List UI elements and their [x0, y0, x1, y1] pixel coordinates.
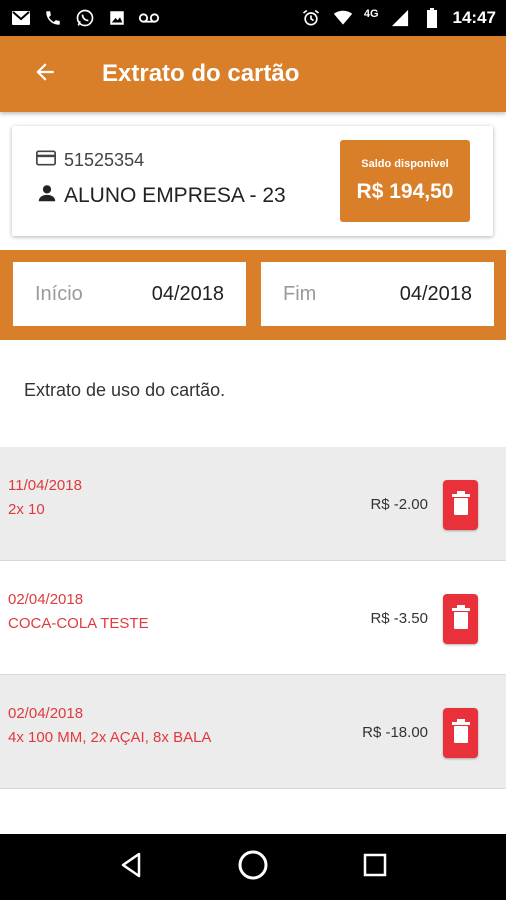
back-button[interactable]: [0, 36, 90, 112]
transaction-list: 11/04/2018 2x 10 R$ -2.00 02/04/2018 COC…: [0, 447, 506, 789]
transaction-description: 2x 10: [8, 501, 45, 518]
transaction-amount: R$ -2.00: [370, 496, 428, 513]
transaction-date: 02/04/2018: [8, 591, 84, 608]
credit-card-icon: [36, 150, 56, 171]
card-holder-row: ALUNO EMPRESA - 23: [36, 182, 286, 210]
period-filter: Início 04/2018 Fim 04/2018: [0, 250, 506, 340]
nav-home-button[interactable]: [233, 847, 273, 887]
transaction-row: 02/04/2018 4x 100 MM, 2x AÇAI, 8x BALA R…: [0, 675, 506, 789]
circle-home-icon: [237, 849, 269, 886]
balance-value: R$ 194,50: [356, 180, 454, 203]
status-bar: 4G 14:47: [0, 0, 506, 36]
end-date-field[interactable]: Fim 04/2018: [261, 262, 494, 326]
person-icon: [36, 182, 58, 210]
balance-badge: Saldo disponível R$ 194,50: [340, 140, 470, 222]
end-date-label: Fim: [283, 282, 317, 305]
signal-icon: [389, 9, 411, 27]
trash-icon: [451, 718, 471, 748]
image-icon: [106, 9, 128, 27]
trash-icon: [451, 490, 471, 520]
square-recents-icon: [363, 853, 387, 882]
system-nav-bar: [0, 834, 506, 900]
arrow-left-icon: [32, 59, 58, 90]
card-number-row: 51525354: [36, 150, 144, 171]
transaction-row: 02/04/2018 COCA-COLA TESTE R$ -3.50: [0, 561, 506, 675]
delete-button[interactable]: [443, 594, 478, 644]
voicemail-icon: [138, 9, 160, 27]
gmail-icon: [10, 9, 32, 27]
triangle-back-icon: [119, 852, 143, 883]
page-title: Extrato do cartão: [102, 60, 300, 87]
alarm-icon: [300, 9, 322, 27]
delete-button[interactable]: [443, 708, 478, 758]
start-date-label: Início: [35, 282, 83, 305]
wifi-icon: [332, 9, 354, 27]
app-bar: Extrato do cartão: [0, 36, 506, 112]
transaction-date: 02/04/2018: [8, 705, 84, 722]
battery-icon: [421, 8, 443, 28]
transaction-date: 11/04/2018: [8, 477, 82, 494]
transaction-description: COCA-COLA TESTE: [8, 615, 149, 632]
card-info: 51525354 ALUNO EMPRESA - 23 Saldo dispon…: [12, 126, 493, 236]
card-number: 51525354: [64, 150, 145, 170]
trash-icon: [451, 604, 471, 634]
transaction-description: 4x 100 MM, 2x AÇAI, 8x BALA: [8, 729, 212, 746]
end-date-value: 04/2018: [399, 282, 472, 305]
transaction-amount: R$ -3.50: [370, 610, 428, 627]
nav-recents-button[interactable]: [355, 847, 395, 887]
statement-description: Extrato de uso do cartão.: [24, 380, 226, 400]
network-type: 4G: [363, 8, 379, 20]
transaction-amount: R$ -18.00: [362, 724, 428, 741]
start-date-value: 04/2018: [151, 282, 224, 305]
clock: 14:47: [452, 8, 496, 27]
phone-icon: [42, 9, 64, 27]
start-date-field[interactable]: Início 04/2018: [13, 262, 246, 326]
balance-label: Saldo disponível: [361, 158, 449, 170]
transaction-row: 11/04/2018 2x 10 R$ -2.00: [0, 447, 506, 561]
delete-button[interactable]: [443, 480, 478, 530]
nav-back-button[interactable]: [111, 847, 151, 887]
whatsapp-icon: [74, 9, 96, 27]
card-holder: ALUNO EMPRESA - 23: [64, 184, 286, 207]
